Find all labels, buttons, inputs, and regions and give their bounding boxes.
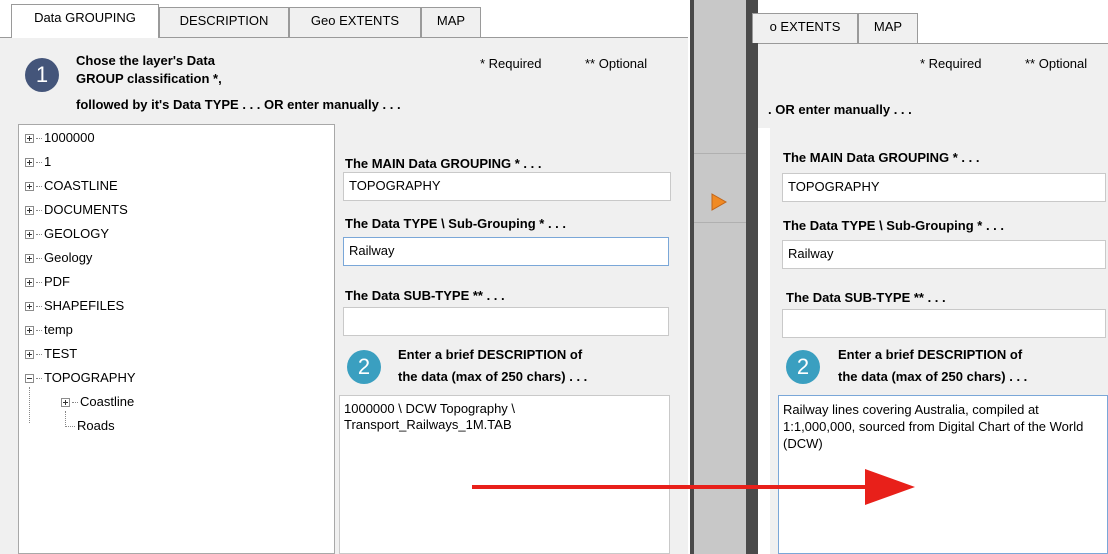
right-description-label-line-2: the data (max of 250 chars) . . . — [838, 369, 1028, 384]
header-line-2: GROUP classification *, — [76, 71, 222, 86]
right-data-type-field[interactable]: Railway — [782, 240, 1106, 269]
red-arrow-icon — [472, 469, 915, 505]
expand-icon[interactable] — [25, 254, 34, 264]
tree-item-shapefiles[interactable]: SHAPEFILES — [25, 297, 124, 315]
step-2-badge: 2 — [347, 350, 381, 384]
header-line-3: followed by it's Data TYPE . . . OR ente… — [76, 97, 401, 112]
description-label-line-2: the data (max of 250 chars) . . . — [398, 369, 588, 384]
right-step-2-badge: 2 — [786, 350, 820, 384]
data-type-field[interactable]: Railway — [343, 237, 669, 266]
tree-item-1[interactable]: 1 — [25, 153, 51, 171]
data-subtype-label: The Data SUB-TYPE ** . . . — [345, 288, 505, 303]
group-tree-view[interactable]: 1000000 1 COASTLINE DOCUMENTS GEOLOGY Ge… — [18, 124, 335, 554]
tree-item-coastline[interactable]: COASTLINE — [25, 177, 118, 195]
required-note: * Required — [480, 56, 542, 71]
tree-item-coastline-child[interactable]: Coastline — [61, 393, 134, 411]
expand-icon[interactable] — [25, 326, 34, 336]
expand-icon[interactable] — [25, 230, 34, 240]
expand-icon[interactable] — [25, 350, 34, 360]
collapse-icon[interactable] — [25, 374, 34, 384]
header-line-1: Chose the layer's Data — [76, 53, 215, 68]
right-data-subtype-field[interactable] — [782, 309, 1106, 338]
right-header-line-3: . OR enter manually . . . — [768, 102, 912, 117]
tree-item-roads[interactable]: Roads — [61, 417, 115, 435]
right-description-label-line-1: Enter a brief DESCRIPTION of — [838, 347, 1023, 362]
tab-map[interactable]: MAP — [421, 7, 481, 37]
expand-icon[interactable] — [61, 398, 70, 408]
optional-note: ** Optional — [585, 56, 648, 71]
right-required-note: * Required — [920, 56, 982, 71]
right-main-grouping-label: The MAIN Data GROUPING * . . . — [783, 150, 980, 165]
tab-data-grouping[interactable]: Data GROUPING — [11, 4, 159, 38]
tree-item-test[interactable]: TEST — [25, 345, 77, 363]
tree-item-geology-upper[interactable]: GEOLOGY — [25, 225, 109, 243]
main-grouping-label: The MAIN Data GROUPING * . . . — [345, 156, 542, 171]
tree-item-geology[interactable]: Geology — [25, 249, 92, 267]
expand-icon[interactable] — [25, 182, 34, 192]
expand-icon[interactable] — [25, 278, 34, 288]
expand-icon[interactable] — [25, 206, 34, 216]
main-grouping-field[interactable]: TOPOGRAPHY — [343, 172, 671, 201]
expand-icon[interactable] — [25, 134, 34, 144]
description-label-line-1: Enter a brief DESCRIPTION of — [398, 347, 583, 362]
tree-item-1000000[interactable]: 1000000 — [25, 129, 95, 147]
data-type-label: The Data TYPE \ Sub-Grouping * . . . — [345, 216, 567, 231]
expand-icon[interactable] — [25, 158, 34, 168]
play-icon — [711, 193, 728, 211]
right-main-grouping-field[interactable]: TOPOGRAPHY — [782, 173, 1106, 202]
tree-item-documents[interactable]: DOCUMENTS — [25, 201, 128, 219]
tab-description[interactable]: DESCRIPTION — [159, 7, 289, 37]
splitter-line-top — [694, 153, 746, 154]
right-data-type-label: The Data TYPE \ Sub-Grouping * . . . — [783, 218, 1005, 233]
right-tab-map[interactable]: MAP — [858, 13, 918, 43]
step-1-badge: 1 — [25, 58, 59, 92]
tree-item-pdf[interactable]: PDF — [25, 273, 70, 291]
data-subtype-field[interactable] — [343, 307, 669, 336]
splitter-line-bottom — [694, 222, 746, 223]
right-tab-geo-extents[interactable]: o EXTENTS — [752, 13, 858, 43]
tree-item-topography[interactable]: TOPOGRAPHY — [25, 369, 136, 387]
tab-geo-extents[interactable]: Geo EXTENTS — [289, 7, 421, 37]
right-optional-note: ** Optional — [1025, 56, 1088, 71]
right-data-subtype-label: The Data SUB-TYPE ** . . . — [786, 290, 946, 305]
play-button[interactable] — [711, 193, 728, 214]
tree-connector — [29, 387, 31, 423]
tree-connector-child — [65, 411, 67, 425]
expand-icon[interactable] — [25, 302, 34, 312]
tree-item-temp[interactable]: temp — [25, 321, 73, 339]
